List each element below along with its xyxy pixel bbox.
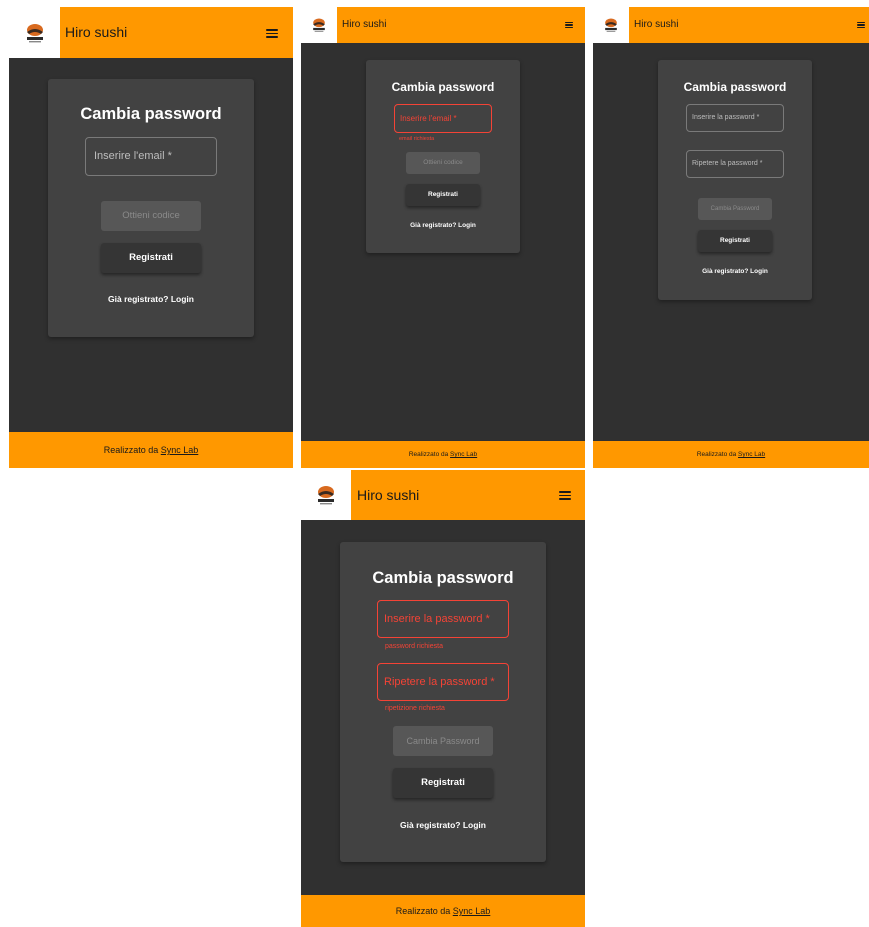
app-logo[interactable] [301, 7, 337, 43]
password-field[interactable]: Inserire la password * [686, 104, 784, 132]
screen-email-error: Hiro sushi Cambia password Inserire l'em… [301, 7, 585, 468]
sync-lab-link[interactable]: Sync Lab [161, 445, 199, 455]
logo-icon [313, 18, 325, 32]
app-footer: Realizzato da Sync Lab [593, 441, 869, 468]
repeat-password-field[interactable]: Ripetere la password * [686, 150, 784, 178]
app-header: Hiro sushi [593, 7, 869, 43]
register-button[interactable]: Registrati [393, 768, 493, 798]
register-button[interactable]: Registrati [698, 230, 772, 252]
password-error-message: password richiesta [385, 643, 443, 650]
app-footer: Realizzato da Sync Lab [301, 441, 585, 468]
email-field-label: Inserire l'email * [400, 114, 457, 123]
repeat-password-field-label: Ripetere la password * [692, 160, 763, 167]
footer-made-by: Realizzato da [696, 451, 737, 458]
change-password-card: Cambia password Inserire l'email * email… [366, 60, 520, 253]
email-field[interactable]: Inserire l'email * [85, 137, 217, 176]
password-field-label: Inserire la password * [692, 114, 760, 121]
hamburger-menu-icon[interactable] [565, 22, 573, 28]
app-logo[interactable] [593, 7, 629, 43]
repeat-password-error-message: ripetizione richiesta [385, 705, 445, 712]
change-password-button[interactable]: Cambia Password [698, 198, 772, 220]
screen-password-errors: Hiro sushi Cambia password Inserire la p… [301, 470, 585, 927]
email-error-message: email richiesta [399, 136, 435, 142]
repeat-password-field-label: Ripetere la password * [384, 676, 495, 688]
password-field[interactable]: Inserire la password * [377, 600, 509, 638]
app-title: Hiro sushi [342, 19, 387, 30]
change-password-card: Cambia password Inserire l'email * Ottie… [48, 79, 254, 337]
hamburger-menu-icon[interactable] [266, 29, 278, 38]
change-password-card: Cambia password Inserire la password * R… [658, 60, 812, 300]
hamburger-menu-icon[interactable] [857, 22, 865, 28]
logo-icon [26, 23, 43, 42]
logo-icon [318, 486, 334, 505]
app-header: Hiro sushi [301, 470, 585, 520]
login-link[interactable]: Già registrato? Login [658, 268, 812, 275]
app-logo[interactable] [301, 470, 351, 520]
repeat-password-field[interactable]: Ripetere la password * [377, 663, 509, 701]
change-password-card: Cambia password Inserire la password * p… [340, 542, 546, 862]
app-footer: Realizzato da Sync Lab [301, 895, 585, 927]
password-field-label: Inserire la password * [384, 613, 490, 625]
email-field[interactable]: Inserire l'email * [394, 104, 492, 133]
screen-email-initial: Hiro sushi Cambia password Inserire l'em… [9, 7, 293, 468]
app-title: Hiro sushi [65, 24, 128, 40]
change-password-button[interactable]: Cambia Password [393, 726, 493, 756]
card-title: Cambia password [80, 105, 222, 123]
app-footer: Realizzato da Sync Lab [9, 432, 293, 468]
login-link[interactable]: Già registrato? Login [366, 222, 520, 229]
get-code-button[interactable]: Ottieni codice [406, 152, 480, 174]
login-link[interactable]: Già registrato? Login [340, 820, 546, 830]
app-title: Hiro sushi [634, 19, 679, 30]
footer-made-by: Realizzato da [408, 451, 449, 458]
app-header: Hiro sushi [9, 7, 293, 58]
sync-lab-link[interactable]: Sync Lab [450, 451, 477, 458]
app-title: Hiro sushi [357, 487, 420, 503]
card-title: Cambia password [372, 569, 514, 587]
card-title: Cambia password [391, 80, 495, 94]
login-link[interactable]: Già registrato? Login [48, 294, 254, 304]
email-field-label: Inserire l'email * [94, 150, 172, 162]
app-header: Hiro sushi [301, 7, 585, 43]
card-title: Cambia password [683, 80, 787, 94]
footer-made-by: Realizzato da [395, 906, 451, 916]
hamburger-menu-icon[interactable] [559, 491, 571, 500]
screen-new-password: Hiro sushi Cambia password Inserire la p… [593, 7, 869, 468]
get-code-button[interactable]: Ottieni codice [101, 201, 201, 231]
sync-lab-link[interactable]: Sync Lab [738, 451, 765, 458]
register-button[interactable]: Registrati [101, 243, 201, 273]
footer-made-by: Realizzato da [103, 445, 159, 455]
sync-lab-link[interactable]: Sync Lab [453, 906, 491, 916]
logo-icon [605, 18, 617, 32]
app-logo[interactable] [9, 7, 60, 58]
register-button[interactable]: Registrati [406, 184, 480, 206]
